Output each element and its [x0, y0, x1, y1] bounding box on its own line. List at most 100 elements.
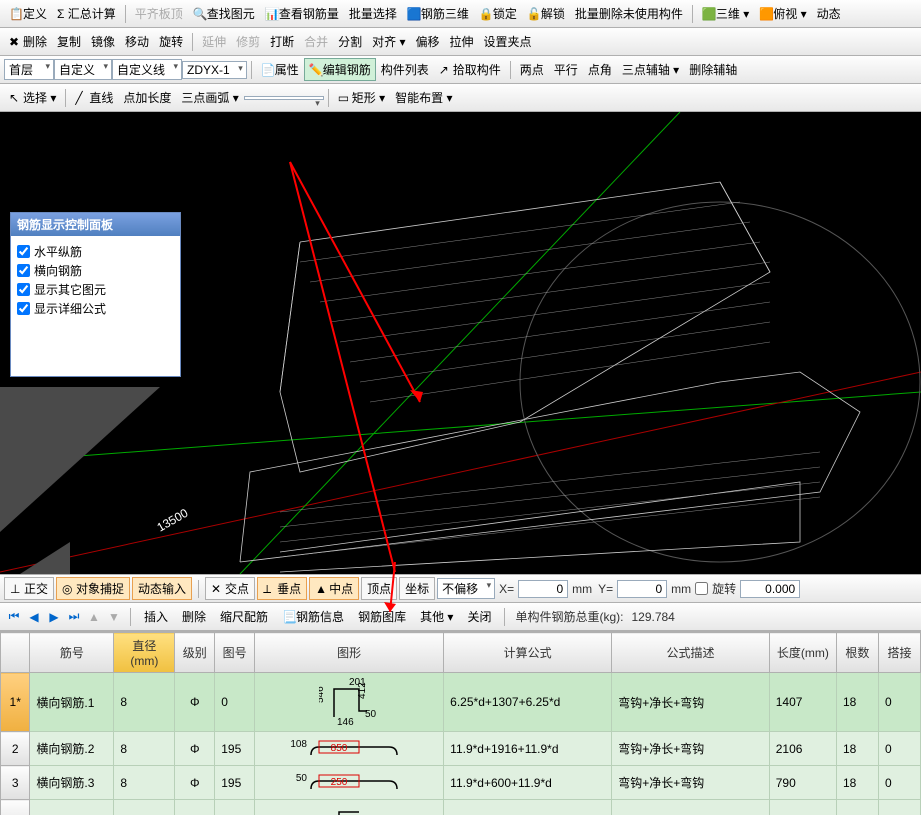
input-y[interactable] [617, 580, 667, 598]
combo-custom1[interactable]: 自定义 [54, 59, 112, 80]
cell-formula[interactable]: 11.9*d+1916+11.9*d [444, 732, 612, 766]
rebar-display-panel[interactable]: 钢筋显示控制面板 水平纵筋 横向钢筋 显示其它图元 显示详细公式 [10, 212, 181, 377]
cell-len[interactable]: 790 [769, 766, 836, 800]
cell-shape[interactable]: 50 250 [255, 766, 444, 800]
cell-fig[interactable]: 195 [215, 766, 255, 800]
nav-down[interactable]: ▼ [106, 609, 122, 625]
btn-extend[interactable]: 延伸 [197, 30, 231, 53]
cell-len[interactable]: 2106 [769, 732, 836, 766]
table-row[interactable]: 1* 横向钢筋.1 8 Φ 0 546 201 412 50 146 6.25*… [1, 673, 921, 732]
check-trans[interactable]: 横向钢筋 [17, 261, 174, 280]
btn-select[interactable]: ↖选择 ▾ [4, 86, 61, 109]
btn-cross[interactable]: ✕交点 [205, 577, 255, 600]
input-x[interactable] [518, 580, 568, 598]
cell-lap[interactable]: 0 [878, 673, 920, 732]
btn-merge[interactable]: 合并 [299, 30, 333, 53]
btn-delete-row[interactable]: 删除 [177, 605, 211, 628]
check-formula[interactable]: 显示详细公式 [17, 299, 174, 318]
cell-len[interactable]: 1407 [769, 673, 836, 732]
cell-fig[interactable]: 195 [215, 732, 255, 766]
btn-lock[interactable]: 🔒锁定 [474, 2, 522, 25]
nav-last[interactable]: ⏭ [66, 609, 82, 625]
cell-name[interactable]: 横向钢筋.1 [30, 673, 114, 732]
input-rotate[interactable] [740, 580, 800, 598]
btn-edit-rebar[interactable]: ✏️编辑钢筋 [304, 58, 376, 81]
btn-3pt-arc[interactable]: 三点画弧 ▾ [176, 86, 243, 109]
btn-sum[interactable]: Σ 汇总计算 [52, 2, 121, 25]
btn-comp-list[interactable]: 构件列表 [376, 58, 434, 81]
combo-element[interactable]: ZDYX-1 [182, 61, 247, 79]
row-index[interactable]: 2 [1, 732, 30, 766]
cell-name[interactable]: 横向钢筋.3 [30, 766, 114, 800]
btn-point-len[interactable]: 点加长度 [118, 86, 176, 109]
btn-del-axis[interactable]: 删除辅轴 [684, 58, 742, 81]
row-index[interactable]: 1* [1, 673, 30, 732]
table-row[interactable]: 6 [1, 800, 921, 815]
btn-point-angle[interactable]: 点角 [583, 58, 617, 81]
btn-batch-sel[interactable]: 批量选择 [344, 2, 402, 25]
btn-dyn[interactable]: 动态输入 [132, 577, 192, 600]
cell-shape[interactable]: 108 850 [255, 732, 444, 766]
btn-trim[interactable]: 修剪 [231, 30, 265, 53]
btn-define[interactable]: 📋定义 [4, 2, 52, 25]
cell-grade[interactable]: Φ [175, 766, 215, 800]
btn-coord[interactable]: 坐标 [399, 577, 435, 600]
btn-3pt-axis[interactable]: 三点辅轴 ▾ [617, 58, 684, 81]
btn-rebar-info[interactable]: 📃钢筋信息 [277, 605, 349, 628]
btn-find[interactable]: 🔍查找图元 [188, 2, 260, 25]
check-other[interactable]: 显示其它图元 [17, 280, 174, 299]
btn-break[interactable]: 打断 [265, 30, 299, 53]
nav-first[interactable]: ⏮ [6, 609, 22, 625]
cell-formula[interactable]: 11.9*d+600+11.9*d [444, 766, 612, 800]
btn-align[interactable]: 对齐 ▾ [367, 30, 410, 53]
btn-ortho[interactable]: ⊥正交 [4, 577, 54, 600]
check-rotate[interactable] [695, 582, 708, 595]
cell-lap[interactable]: 0 [878, 732, 920, 766]
btn-mid[interactable]: ▲中点 [309, 577, 359, 600]
btn-offset[interactable]: 偏移 [411, 30, 445, 53]
combo-draw[interactable] [244, 96, 324, 100]
btn-grip[interactable]: 设置夹点 [479, 30, 537, 53]
btn-vertex[interactable]: 顶点 [361, 577, 397, 600]
cell-grade[interactable]: Φ [175, 673, 215, 732]
btn-2pt[interactable]: 两点 [515, 58, 549, 81]
btn-parallel[interactable]: 平行 [549, 58, 583, 81]
combo-custom2[interactable]: 自定义线 [112, 59, 182, 80]
btn-pick[interactable]: ↗拾取构件 [434, 58, 506, 81]
btn-batch-del[interactable]: 批量删除未使用构件 [570, 2, 688, 25]
check-horiz[interactable]: 水平纵筋 [17, 242, 174, 261]
table-row[interactable]: 3 横向钢筋.3 8 Φ 195 50 250 11.9*d+600+11.9*… [1, 766, 921, 800]
cell-desc[interactable]: 弯钩+净长+弯钩 [612, 673, 770, 732]
btn-osnap[interactable]: ◎对象捕捉 [56, 577, 130, 600]
cell-shape[interactable]: 546 201 412 50 146 [255, 673, 444, 732]
btn-dynamic[interactable]: 动态 [812, 2, 846, 25]
nav-prev[interactable]: ◀ [26, 609, 42, 625]
btn-split[interactable]: 分割 [333, 30, 367, 53]
combo-floor[interactable]: 首层 [4, 59, 54, 80]
btn-rect[interactable]: ▭矩形 ▾ [333, 86, 390, 109]
btn-rotate[interactable]: 旋转 [154, 30, 188, 53]
btn-move[interactable]: 移动 [120, 30, 154, 53]
btn-align-slab[interactable]: 平齐板顶 [130, 2, 188, 25]
btn-line[interactable]: ╱直线 [70, 86, 118, 109]
viewport-3d[interactable]: 13500 钢筋显示控制面板 水平纵筋 横向钢筋 显示其它图元 显示详细公式 [0, 112, 921, 574]
btn-delete[interactable]: ✖删除 [4, 30, 52, 53]
cell-dia[interactable]: 8 [114, 673, 175, 732]
cell-dia[interactable]: 8 [114, 766, 175, 800]
cell-formula[interactable]: 6.25*d+1307+6.25*d [444, 673, 612, 732]
nav-next[interactable]: ▶ [46, 609, 62, 625]
cell-dia[interactable]: 8 [114, 732, 175, 766]
table-row[interactable]: 2 横向钢筋.2 8 Φ 195 108 850 11.9*d+1916+11.… [1, 732, 921, 766]
cell-count[interactable]: 18 [836, 732, 878, 766]
btn-view-rebar[interactable]: 📊查看钢筋量 [260, 2, 344, 25]
btn-close[interactable]: 关闭 [462, 605, 496, 628]
nav-up[interactable]: ▲ [86, 609, 102, 625]
btn-mirror[interactable]: 镜像 [86, 30, 120, 53]
btn-insert-row[interactable]: 插入 [139, 605, 173, 628]
cell-lap[interactable]: 0 [878, 766, 920, 800]
btn-3d-view[interactable]: 🟩三维 ▾ [697, 2, 754, 25]
cell-name[interactable]: 横向钢筋.2 [30, 732, 114, 766]
btn-rebar-lib[interactable]: 钢筋图库 [353, 605, 411, 628]
row-index[interactable]: 3 [1, 766, 30, 800]
btn-copy[interactable]: 复制 [52, 30, 86, 53]
